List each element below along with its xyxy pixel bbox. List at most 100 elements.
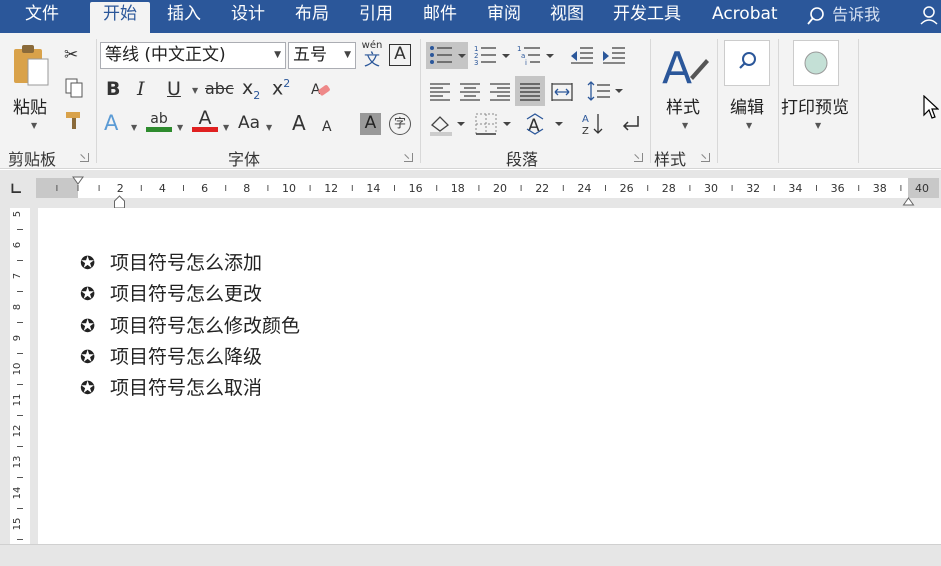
superscript-button[interactable]: x2: [272, 77, 290, 99]
align-center-icon[interactable]: [458, 79, 482, 107]
list-item[interactable]: ✪ 项目符号怎么取消: [80, 373, 262, 399]
highlight-dropdown-arrow[interactable]: ▼: [177, 123, 183, 132]
tab-home[interactable]: 开始: [90, 2, 150, 35]
font-name-select[interactable]: 等线 (中文正文) ▼: [100, 42, 286, 69]
cut-icon[interactable]: ✂: [64, 45, 78, 65]
change-case-dropdown-arrow[interactable]: ▼: [266, 123, 272, 132]
editing-dropdown-arrow[interactable]: ▼: [746, 121, 752, 130]
list-item[interactable]: ✪ 项目符号怎么更改: [80, 279, 262, 305]
line-spacing-icon[interactable]: [586, 79, 624, 107]
tab-design[interactable]: 设计: [231, 0, 265, 33]
multilevel-list-button[interactable]: 1 a i: [516, 43, 556, 73]
tab-acrobat[interactable]: Acrobat: [712, 0, 778, 33]
paste-button[interactable]: [12, 43, 54, 95]
subscript-button[interactable]: x2: [242, 77, 260, 102]
align-right-icon[interactable]: [488, 79, 512, 107]
group-separator: [650, 39, 651, 163]
show-formatting-marks-icon[interactable]: [618, 111, 644, 141]
print-preview-icon: [804, 51, 828, 75]
character-border-button[interactable]: A: [389, 44, 411, 66]
italic-button[interactable]: I: [137, 79, 145, 99]
svg-text:A: A: [582, 114, 589, 125]
print-preview-button[interactable]: [793, 40, 839, 86]
share-user-icon[interactable]: [918, 4, 940, 26]
clipboard-launcher-icon[interactable]: [80, 153, 89, 162]
font-color-glyph: A: [198, 107, 212, 129]
list-item[interactable]: ✪ 项目符号怎么修改颜色: [80, 311, 300, 337]
list-item[interactable]: ✪ 项目符号怎么降级: [80, 342, 262, 368]
first-line-indent-marker-icon[interactable]: [72, 171, 84, 190]
styles-launcher-icon[interactable]: [701, 153, 710, 162]
tab-layout[interactable]: 布局: [295, 0, 329, 33]
svg-text:3: 3: [474, 59, 478, 67]
paragraph-shading-icon[interactable]: [428, 111, 468, 141]
ruler-number: 8: [12, 304, 23, 310]
font-color-button[interactable]: A: [192, 109, 218, 132]
highlight-color-button[interactable]: ab: [146, 111, 172, 132]
tab-insert[interactable]: 插入: [167, 0, 201, 33]
vertical-ruler[interactable]: 5 6 7 8 9 10 11 12 13 14 15: [10, 208, 30, 544]
ruler-number: 10: [12, 363, 23, 376]
ruler-number: 22: [535, 182, 549, 195]
format-painter-icon[interactable]: [64, 109, 86, 136]
paste-dropdown-arrow[interactable]: ▼: [31, 121, 37, 130]
shrink-font-button[interactable]: A: [322, 117, 332, 137]
editing-button[interactable]: [724, 40, 770, 86]
decrease-indent-icon[interactable]: [568, 43, 596, 73]
editing-label: 编辑: [730, 98, 764, 118]
increase-indent-icon[interactable]: [600, 43, 628, 73]
paragraph-launcher-icon[interactable]: [634, 153, 643, 162]
tab-selector-icon[interactable]: ∟: [10, 180, 23, 198]
superscript-x: x: [272, 77, 284, 100]
print-preview-label: 打印预览: [781, 98, 849, 118]
styles-group-label: 样式: [654, 150, 687, 169]
bullets-button[interactable]: [426, 42, 468, 69]
borders-icon[interactable]: [474, 111, 514, 141]
ruler-number: 34: [788, 182, 802, 195]
tab-developer[interactable]: 开发工具: [613, 0, 681, 33]
ruler-number: 9: [12, 335, 23, 341]
copy-icon[interactable]: [64, 77, 84, 104]
numbering-icon: 1 2 3: [474, 45, 510, 67]
grow-font-button[interactable]: A: [292, 113, 306, 133]
underline-dropdown-arrow[interactable]: ▼: [192, 86, 198, 95]
align-left-icon[interactable]: [428, 79, 452, 107]
font-color-dropdown-arrow[interactable]: ▼: [223, 123, 229, 132]
horizontal-ruler[interactable]: 2 4 6 8 10 12 14 16 18 20 22 24 26 28 30 32 34 36 38 40: [36, 178, 939, 198]
list-item[interactable]: ✪ 项目符号怎么添加: [80, 248, 262, 274]
font-size-select[interactable]: 五号 ▼: [288, 42, 356, 69]
tab-file[interactable]: 文件: [25, 0, 59, 33]
search-icon: [739, 52, 756, 69]
distributed-icon[interactable]: [550, 79, 574, 107]
bold-button[interactable]: B: [106, 79, 120, 99]
strikethrough-button[interactable]: abc: [205, 79, 234, 99]
tell-me-search[interactable]: 告诉我: [805, 0, 880, 33]
numbering-button[interactable]: 1 2 3: [472, 43, 512, 73]
text-effects-dropdown-arrow[interactable]: ▼: [131, 123, 137, 132]
styles-dropdown-arrow[interactable]: ▼: [682, 121, 688, 130]
tab-mailings[interactable]: 邮件: [423, 0, 457, 33]
tab-view[interactable]: 视图: [550, 0, 584, 33]
phonetic-bottom: 文: [363, 50, 380, 69]
sort-icon[interactable]: AZ: [580, 111, 606, 141]
tab-review[interactable]: 审阅: [487, 0, 521, 33]
character-shading-button[interactable]: A: [360, 113, 381, 135]
underline-button[interactable]: U: [167, 79, 181, 99]
chinese-layout-icon[interactable]: A: [526, 111, 566, 141]
phonetic-guide-button[interactable]: wén 文: [360, 41, 384, 69]
enclose-characters-button[interactable]: 字: [389, 113, 411, 135]
document-page[interactable]: ✪ 项目符号怎么添加 ✪ 项目符号怎么更改 ✪ 项目符号怎么修改颜色 ✪ 项目符号怎么降…: [38, 208, 941, 544]
paste-label: 粘贴: [13, 98, 47, 118]
superscript-2: 2: [283, 77, 291, 90]
ruler-number: 32: [746, 182, 760, 195]
print-preview-dropdown-arrow[interactable]: ▼: [815, 121, 821, 130]
text-effects-button[interactable]: A: [104, 113, 118, 134]
clear-formatting-icon[interactable]: A: [310, 79, 332, 106]
group-separator: [778, 39, 779, 163]
change-case-button[interactable]: Aa: [238, 113, 260, 133]
bullet-star-icon: ✪: [80, 253, 96, 274]
tab-references[interactable]: 引用: [359, 0, 393, 33]
font-launcher-icon[interactable]: [404, 153, 413, 162]
styles-gallery-button[interactable]: A: [660, 41, 710, 95]
justify-icon[interactable]: [515, 76, 545, 106]
